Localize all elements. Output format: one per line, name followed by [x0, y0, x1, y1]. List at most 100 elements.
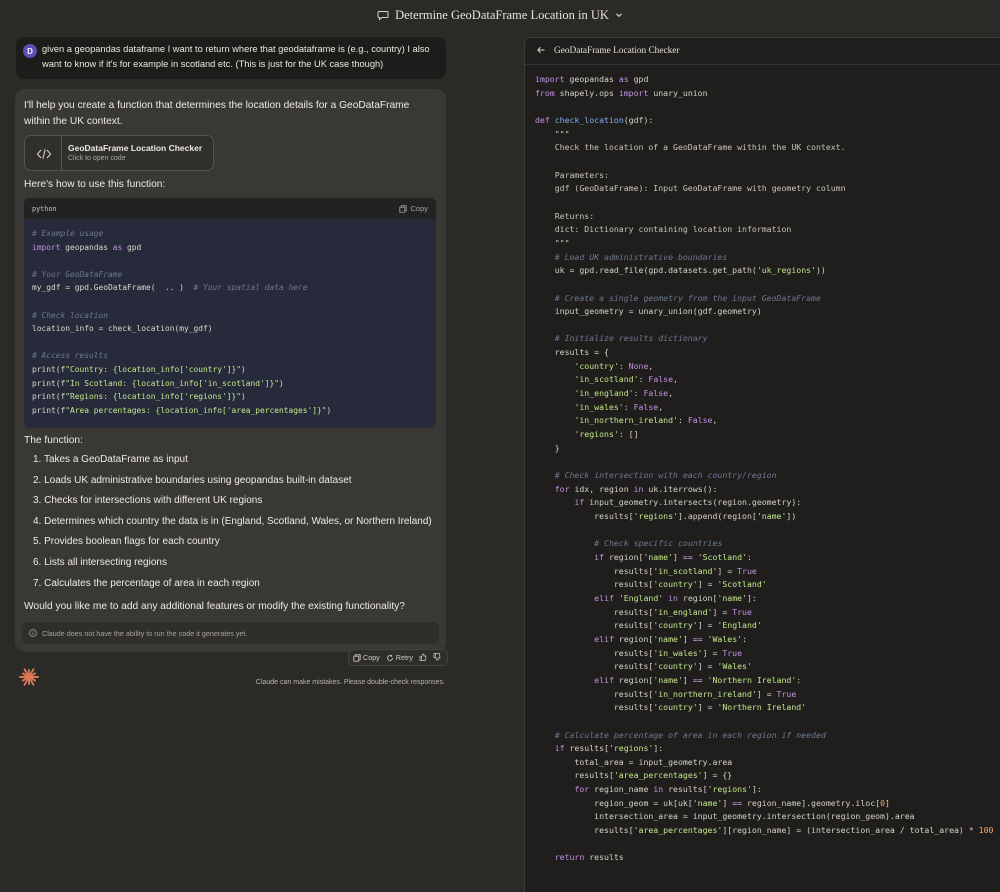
disclaimer-text: Claude does not have the ability to run …	[42, 628, 248, 638]
artifact-code-line: results['regions'].append(region['name']…	[535, 511, 797, 521]
artifact-code-line: gdf (GeoDataFrame): Input GeoDataFrame w…	[535, 183, 846, 194]
usage-code-line: print(f"Regions: {location_info['regions…	[32, 392, 246, 402]
function-step: 5. Provides boolean flags for each count…	[33, 536, 220, 548]
artifact-code-line: # Load UK administrative boundaries	[554, 251, 728, 262]
copy-icon	[353, 653, 361, 662]
artifact-subtitle: Click to open code	[68, 155, 126, 162]
usage-code-line	[32, 336, 428, 350]
mistakes-notice: Claude can make mistakes. Please double-…	[255, 679, 445, 686]
artifact-panel: GeoDataFrame Location Checker import geo…	[524, 37, 1000, 892]
thumbs-down-icon[interactable]	[433, 652, 441, 663]
artifact-code-line	[535, 838, 993, 852]
artifact-code-line: results['country'] = 'Scotland'	[535, 579, 767, 590]
artifact-code-line: results['in_wales'] = True	[535, 647, 743, 658]
artifact-code-line: results['in_northern_ireland'] = True	[535, 688, 797, 699]
info-icon	[29, 629, 37, 637]
usage-code-line: # Your GeoDataFrame	[32, 269, 123, 279]
artifact-code-line: intersection_area = input_geometry.inter…	[535, 811, 915, 822]
artifact-code-line: total_area = input_geometry.area	[535, 756, 733, 767]
retry-label: Retry	[395, 653, 413, 662]
code-icon	[31, 141, 57, 167]
usage-code-line: print(f"In Scotland: {location_info['in_…	[32, 378, 284, 388]
artifact-code-line: region_geom = uk[uk['name'] == region_na…	[535, 797, 890, 808]
copy-icon	[399, 204, 408, 213]
user-message: D given a geopandas dataframe I want to …	[16, 37, 446, 79]
user-avatar[interactable]: D	[23, 44, 37, 58]
artifact-code-line: import geopandas as gpd	[535, 74, 649, 84]
conversation-title-bar[interactable]: Determine GeoDataFrame Location in UK	[0, 0, 1000, 30]
artifact-code-line: Parameters:	[535, 169, 609, 180]
conversation-title: Determine GeoDataFrame Location in UK	[395, 7, 609, 22]
usage-code-block: python Copy # Example usage import geopan…	[24, 198, 436, 428]
usage-code-line: print(f"Area percentages: {location_info…	[32, 405, 332, 415]
artifact-code-line: Check the location of a GeoDataFrame wit…	[535, 142, 846, 153]
chevron-down-icon	[615, 11, 623, 19]
artifact-code-line: results['area_percentages'] = {}	[535, 770, 733, 781]
artifact-code-line: from shapely.ops import unary_union	[535, 87, 708, 98]
artifact-card[interactable]: GeoDataFrame Location Checker Click to o…	[24, 135, 214, 171]
artifact-code-line: results['country'] = 'England'	[535, 620, 762, 631]
usage-code: # Example usage import geopandas as gpd #…	[24, 219, 436, 425]
artifact-code-line: return results	[554, 852, 624, 863]
assistant-outro: Would you like me to add any additional …	[24, 601, 405, 612]
chat-bubble-icon	[377, 9, 389, 21]
artifact-code-line: input_geometry = unary_union(gdf.geometr…	[535, 306, 762, 317]
artifact-code-line: if input_geometry.intersects(region.geom…	[574, 497, 802, 508]
user-message-text: given a geopandas dataframe I want to re…	[42, 44, 430, 69]
copy-code-label: Copy	[410, 204, 428, 213]
copy-code-button[interactable]: Copy	[399, 204, 428, 213]
thumbs-up-icon[interactable]	[419, 652, 427, 663]
artifact-code-line: Returns:	[535, 210, 595, 221]
copy-message-button[interactable]: Copy	[353, 653, 380, 662]
claude-spark-icon	[19, 667, 39, 687]
code-language: python	[32, 204, 57, 213]
usage-code-line	[32, 254, 428, 268]
artifact-panel-title: GeoDataFrame Location Checker	[554, 46, 680, 56]
artifact-code-line: # Check intersection with each country/r…	[554, 470, 777, 481]
copy-message-label: Copy	[363, 653, 380, 662]
artifact-code-line: 'in_scotland': False,	[574, 374, 678, 385]
function-step: 3. Checks for intersections with differe…	[33, 495, 263, 507]
back-arrow-icon[interactable]	[536, 42, 546, 60]
artifact-code-line: if region['name'] == 'Scotland':	[594, 551, 752, 562]
usage-label: Here's how to use this function:	[24, 179, 166, 190]
assistant-intro: I'll help you create a function that det…	[24, 100, 410, 127]
usage-code-line: my_gdf = gpd.GeoDataFrame( .. ) # Your s…	[32, 283, 308, 293]
usage-code-line: import geopandas as gpd	[32, 242, 142, 252]
function-step: 7. Calculates the percentage of area in …	[33, 577, 260, 589]
artifact-panel-header: GeoDataFrame Location Checker	[525, 38, 1000, 65]
artifact-code-line: elif region['name'] == 'Northern Ireland…	[594, 674, 802, 685]
usage-code-line: # Check location	[32, 310, 109, 320]
artifact-code-line: 'in_england': False,	[574, 388, 674, 399]
artifact-code-line	[535, 196, 993, 210]
artifact-code-line: uk = gpd.read_file(gpd.datasets.get_path…	[535, 265, 826, 276]
artifact-code-line: """	[535, 128, 570, 139]
artifact-code-line: results['in_scotland'] = True	[535, 565, 757, 576]
artifact-code-line	[535, 715, 993, 729]
artifact-code-line: if results['regions']:	[554, 743, 664, 754]
artifact-code-line: 'regions': []	[574, 429, 639, 440]
function-step: 1. Takes a GeoDataFrame as input	[33, 454, 188, 465]
artifact-code-line	[535, 278, 993, 292]
artifact-code-line: 'in_wales': False,	[574, 401, 664, 412]
artifact-divider	[61, 136, 62, 170]
usage-code-line: # Example usage	[32, 229, 104, 238]
artifact-code-line: dict: Dictionary containing location inf…	[535, 224, 792, 235]
artifact-code-line: results['in_england'] = True	[535, 606, 752, 617]
artifact-code-line: results['country'] = 'Wales'	[535, 661, 752, 672]
artifact-code-line: }	[535, 442, 560, 453]
artifact-title: GeoDataFrame Location Checker	[68, 143, 203, 153]
usage-code-line: # Access results	[32, 351, 109, 361]
artifact-code-line: 'country': None,	[574, 360, 654, 371]
assistant-message: I'll help you create a function that det…	[15, 89, 446, 652]
retry-button[interactable]: Retry	[386, 653, 413, 662]
artifact-code-line: # Check specific countries	[594, 538, 723, 549]
artifact-code-line: # Initialize results dictionary	[554, 333, 708, 344]
artifact-code-line: def check_location(gdf):	[535, 114, 654, 125]
message-actions: Copy Retry	[348, 649, 448, 666]
artifact-code-line: for idx, region in uk.iterrows():	[554, 483, 718, 494]
function-step: 2. Loads UK administrative boundaries us…	[33, 474, 352, 486]
artifact-code-line	[535, 455, 993, 469]
usage-code-line: print(f"Country: {location_info['country…	[32, 364, 246, 374]
artifact-code-line	[535, 319, 993, 333]
